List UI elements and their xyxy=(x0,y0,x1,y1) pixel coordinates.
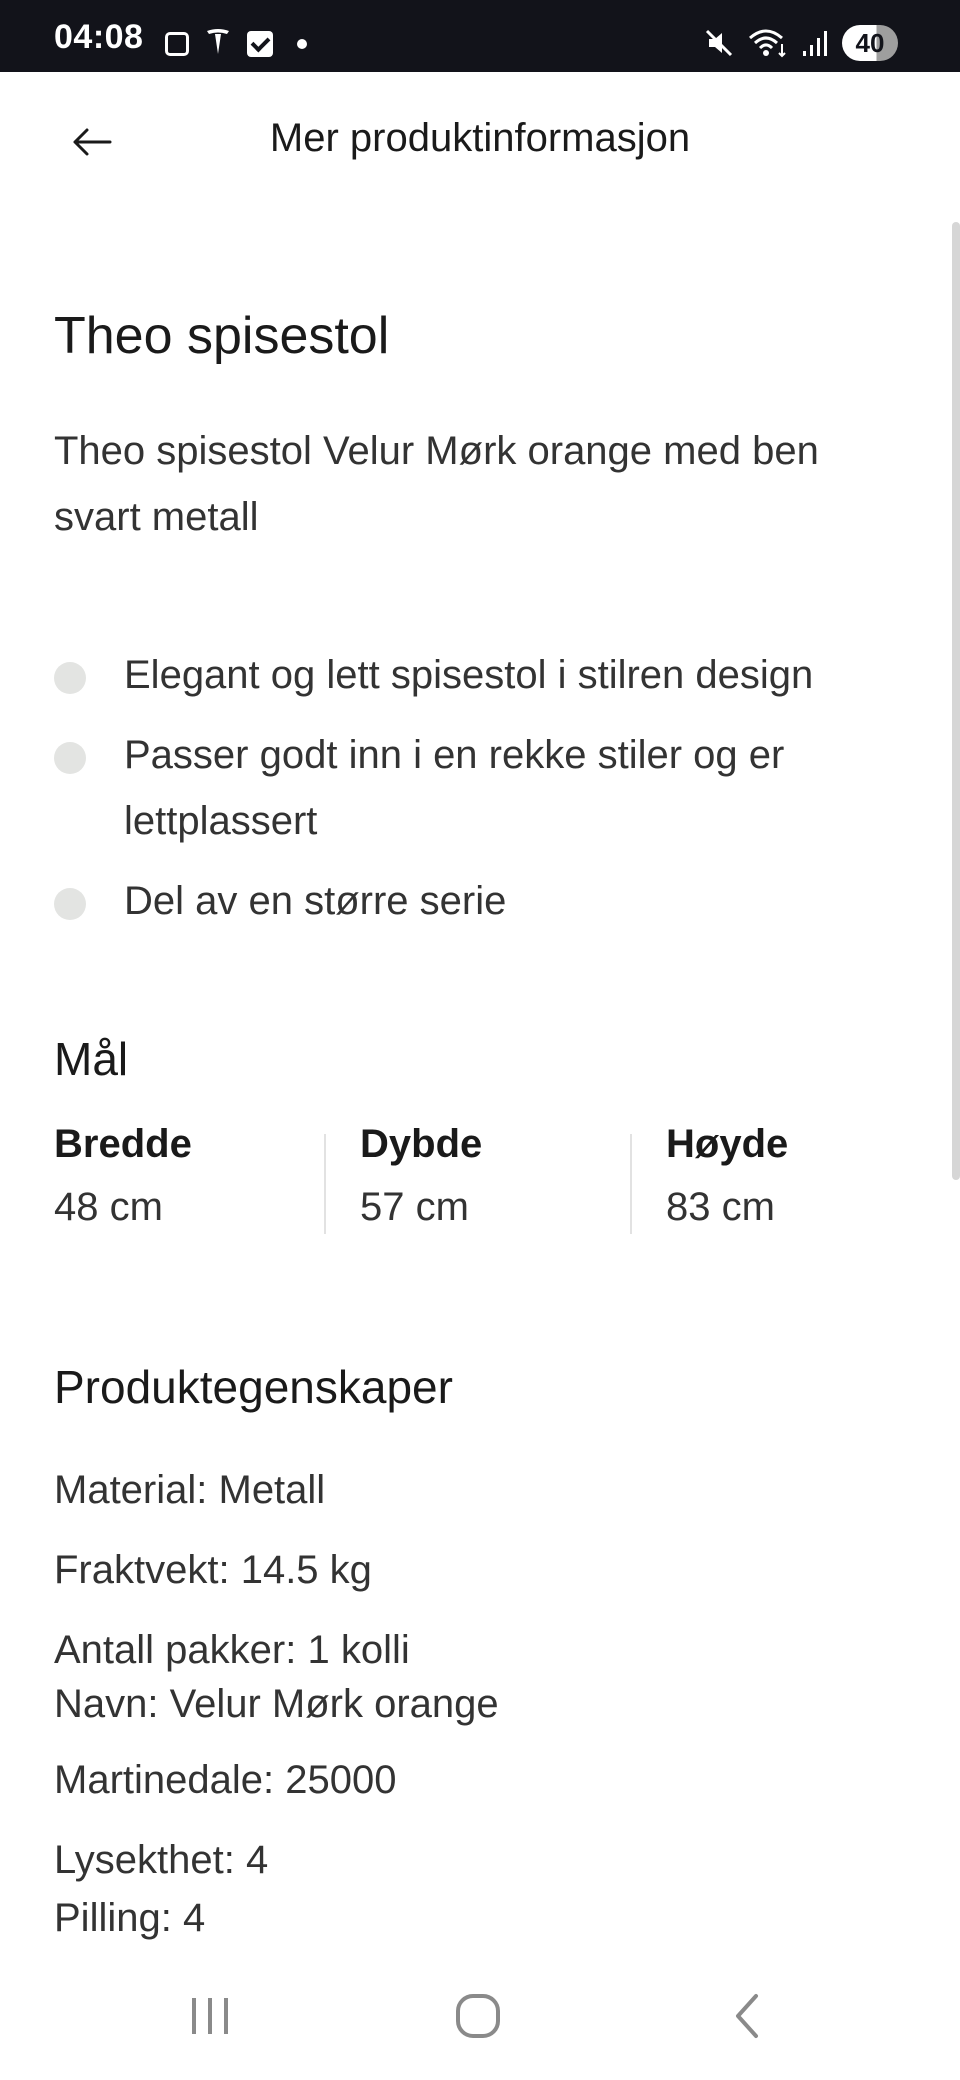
status-time: 04:08 xyxy=(54,18,144,56)
dimension-label: Dybde xyxy=(360,1122,483,1166)
dimensions-heading: Mål xyxy=(54,1033,129,1085)
home-button[interactable] xyxy=(438,1986,518,2046)
dimension-value: 83 cm xyxy=(666,1185,775,1229)
feature-item: Del av en større serie xyxy=(54,868,904,934)
divider xyxy=(324,1134,326,1234)
tesla-icon xyxy=(205,28,231,60)
bullet-dot-icon xyxy=(54,662,86,694)
feature-list: Elegant og lett spisestol i stilren desi… xyxy=(54,642,904,948)
feature-text: Passer godt inn i en rekke stiler og er … xyxy=(124,733,785,843)
divider xyxy=(630,1134,632,1234)
status-bar: 04:08 40 xyxy=(0,0,960,72)
page-title: Mer produktinformasjon xyxy=(269,116,691,160)
feature-item: Elegant og lett spisestol i stilren desi… xyxy=(54,642,904,708)
dimension-label: Bredde xyxy=(54,1122,192,1166)
property-item: Martinedale: 25000 xyxy=(54,1758,397,1802)
back-nav-button[interactable] xyxy=(708,1986,788,2046)
recent-apps-icon xyxy=(192,1998,228,2034)
feature-item: Passer godt inn i en rekke stiler og er … xyxy=(54,722,904,854)
property-item: Material: Metall xyxy=(54,1468,326,1512)
screenshot-icon xyxy=(165,32,189,56)
home-icon xyxy=(456,1994,500,2038)
feature-text: Elegant og lett spisestol i stilren desi… xyxy=(124,653,814,697)
property-item: Navn: Velur Mørk orange xyxy=(54,1682,499,1726)
dimension-value: 48 cm xyxy=(54,1185,163,1229)
product-subtitle: Theo spisestol Velur Mørk orange med ben… xyxy=(54,429,819,539)
property-item-cutoff: Pilling: 4 xyxy=(54,1872,904,1952)
bullet-dot-icon xyxy=(54,742,86,774)
product-title: Theo spisestol xyxy=(54,307,390,365)
app-header: Mer produktinformasjon xyxy=(0,72,960,222)
feature-text: Del av en større serie xyxy=(124,879,507,923)
more-notifications-dot-icon xyxy=(297,39,307,49)
status-system-icons: 40 xyxy=(704,25,898,62)
scrollbar[interactable] xyxy=(952,222,960,1180)
dimensions-table: Bredde 48 cm Dybde 57 cm Høyde 83 cm xyxy=(54,1122,904,1234)
product-info-content: Theo spisestol Theo spisestol Velur Mørk… xyxy=(54,222,904,1952)
dimension-height: Høyde 83 cm xyxy=(630,1122,904,1234)
mute-icon xyxy=(704,28,734,62)
dimension-value: 57 cm xyxy=(360,1185,469,1229)
properties-list: Material: Metall Fraktvekt: 14.5 kg Anta… xyxy=(54,1450,904,1900)
recent-apps-button[interactable] xyxy=(170,1986,250,2046)
bullet-dot-icon xyxy=(54,888,86,920)
status-notification-icons xyxy=(165,28,307,60)
dimension-label: Høyde xyxy=(666,1122,789,1166)
properties-heading: Produktegenskaper xyxy=(54,1361,453,1413)
dimension-depth: Dybde 57 cm xyxy=(324,1122,630,1234)
property-item: Fraktvekt: 14.5 kg xyxy=(54,1548,372,1592)
property-item: Pilling: 4 xyxy=(54,1896,206,1940)
wifi-icon xyxy=(748,28,788,62)
chevron-left-icon xyxy=(736,1994,758,2038)
battery-indicator: 40 xyxy=(842,25,898,61)
checkbox-icon xyxy=(247,31,273,57)
dimension-width: Bredde 48 cm xyxy=(54,1122,324,1232)
signal-icon xyxy=(802,29,828,61)
system-nav-bar xyxy=(0,1952,960,2080)
